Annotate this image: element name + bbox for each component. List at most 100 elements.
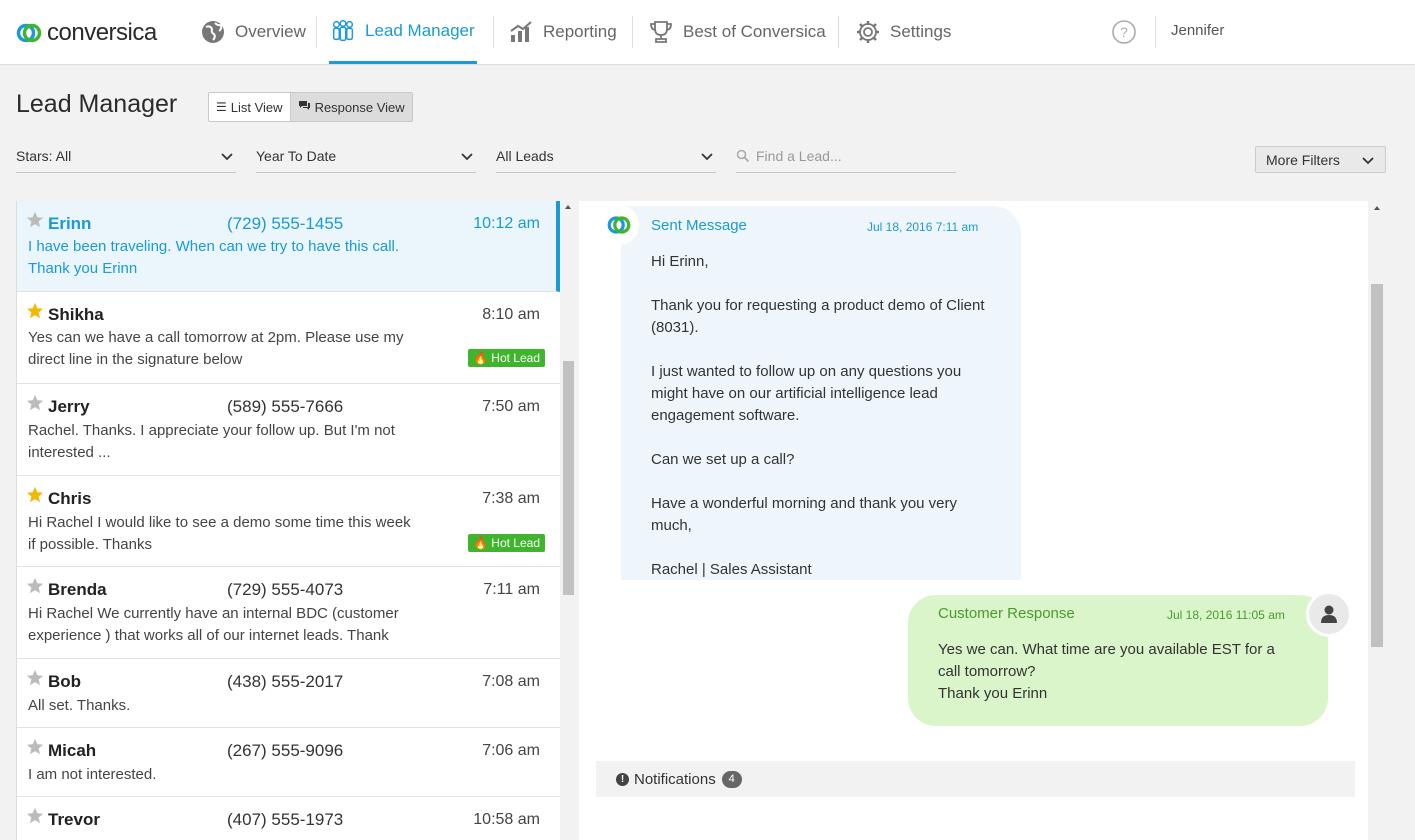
leads-filter[interactable]: All Leads — [496, 140, 716, 173]
star-icon[interactable] — [26, 394, 44, 412]
conversica-logo[interactable]: conversica — [15, 18, 157, 48]
more-filters-button[interactable]: More Filters — [1255, 146, 1386, 173]
list-icon: ☰ — [216, 100, 227, 114]
lead-item[interactable]: Chris 7:38 am Hi Rachel I would like to … — [17, 476, 560, 567]
response-view-button[interactable]: Response View — [289, 93, 412, 121]
customer-response-date: Jul 18, 2016 11:05 am — [1167, 608, 1285, 622]
lead-time: 7:50 am — [482, 398, 540, 415]
scroll-up-icon[interactable] — [1374, 206, 1380, 210]
nav-overview-label: Overview — [235, 22, 306, 41]
find-lead-input[interactable] — [756, 148, 946, 164]
message-paragraph: Can we set up a call? — [651, 451, 795, 468]
star-icon[interactable] — [26, 577, 44, 595]
nav-reporting-label: Reporting — [543, 22, 617, 41]
nav-divider — [632, 16, 633, 48]
lead-list-scrollbar[interactable] — [560, 201, 577, 840]
hot-lead-label: Hot Lead — [491, 351, 540, 365]
lead-name: Micah — [48, 741, 97, 760]
lead-time: 10:12 am — [473, 215, 540, 232]
lead-item[interactable]: Trevor (407) 555-1973 10:58 am — [17, 797, 560, 840]
message-paragraph: Have a wonderful morning and thank you v… — [651, 495, 958, 534]
lead-phone: (438) 555-2017 — [227, 672, 344, 691]
lead-phone: (729) 555-1455 — [227, 214, 344, 233]
flame-icon: 🔥 — [473, 351, 489, 365]
chevron-down-icon — [461, 153, 473, 161]
conversation-panel: Sent Message Jul 18, 2016 7:11 am Hi Eri… — [579, 201, 1368, 840]
search-icon — [736, 149, 750, 163]
lead-item[interactable]: Brenda (729) 555-4073 7:11 am Hi Rachel … — [17, 567, 560, 659]
nav-best-of-conversica-label: Best of Conversica — [683, 22, 826, 41]
lead-item[interactable]: Shikha 8:10 am Yes can we have a call to… — [17, 292, 560, 384]
conversica-logo-icon — [607, 216, 631, 234]
lead-phone: (407) 555-1973 — [227, 810, 344, 829]
nav-settings-label: Settings — [890, 22, 952, 41]
user-menu[interactable]: Jennifer — [1171, 22, 1224, 39]
customer-response-label: Customer Response — [938, 605, 1075, 622]
lead-name: Brenda — [48, 580, 107, 599]
conversica-logo-icon — [16, 23, 42, 43]
lead-phone: (589) 555-7666 — [227, 397, 344, 416]
message-line: Thank you Erinn — [938, 685, 1048, 702]
hot-lead-label: Hot Lead — [491, 536, 540, 550]
star-icon[interactable] — [26, 302, 44, 320]
lead-time: 7:11 am — [483, 581, 540, 598]
gear-icon — [854, 18, 882, 46]
more-filters-label: More Filters — [1266, 151, 1340, 168]
leads-filter-value: All Leads — [496, 148, 554, 164]
lead-time: 7:06 am — [482, 742, 540, 759]
trophy-icon — [647, 18, 675, 46]
list-view-button[interactable]: ☰ List View — [209, 93, 290, 121]
view-toggle: ☰ List View Response View — [208, 92, 413, 122]
lead-time: 10:58 am — [473, 811, 540, 828]
lead-name: Erinn — [48, 214, 92, 233]
nav-overview[interactable]: Overview — [199, 0, 306, 64]
customer-avatar — [1306, 591, 1352, 637]
star-icon[interactable] — [26, 738, 44, 756]
chevron-down-icon — [1362, 157, 1374, 165]
lead-name: Shikha — [48, 305, 104, 324]
stars-filter[interactable]: Stars: All — [16, 140, 236, 173]
lead-name: Jerry — [48, 397, 90, 416]
scrollbar-thumb[interactable] — [1371, 284, 1383, 647]
star-icon[interactable] — [26, 807, 44, 825]
star-icon[interactable] — [26, 486, 44, 504]
chevron-down-icon — [701, 153, 713, 161]
chart-icon — [507, 18, 535, 46]
list-view-label: List View — [230, 99, 283, 115]
nav-lead-manager-label: Lead Manager — [365, 20, 475, 40]
response-view-label: Response View — [314, 99, 405, 115]
lead-item[interactable]: Bob (438) 555-2017 7:08 am All set. Than… — [17, 659, 560, 728]
nav-divider — [838, 16, 839, 48]
message-paragraph: Rachel | Sales Assistant — [651, 561, 812, 578]
scroll-up-icon[interactable] — [565, 205, 571, 209]
lead-preview: Hi Rachel I would like to see a demo som… — [28, 514, 411, 553]
scrollbar-thumb[interactable] — [563, 361, 574, 595]
lead-name: Bob — [48, 672, 82, 691]
page-title: Lead Manager — [16, 90, 178, 118]
nav-lead-manager[interactable]: Lead Manager — [329, 0, 477, 64]
customer-response-body: Yes we can. What time are you available … — [938, 639, 1293, 705]
conversica-avatar — [599, 205, 639, 245]
help-icon[interactable]: ? — [1111, 19, 1137, 45]
nav-reporting[interactable]: Reporting — [507, 0, 617, 64]
lead-time: 7:38 am — [482, 490, 540, 507]
period-filter[interactable]: Year To Date — [256, 140, 476, 173]
message-line: Yes we can. What time are you available … — [938, 641, 1275, 680]
chat-bubbles-icon — [298, 100, 311, 114]
lead-phone: (729) 555-4073 — [227, 580, 344, 599]
lead-item[interactable]: Micah (267) 555-9096 7:06 am I am not in… — [17, 728, 560, 797]
star-icon[interactable] — [26, 211, 44, 229]
nav-divider — [316, 16, 317, 48]
user-icon — [1321, 605, 1337, 623]
nav-settings[interactable]: Settings — [854, 0, 951, 64]
lead-item[interactable]: Jerry (589) 555-7666 7:50 am Rachel. Tha… — [17, 384, 560, 476]
find-lead-field — [736, 140, 956, 173]
brand-name: conversica — [47, 19, 157, 46]
sent-message-date: Jul 18, 2016 7:11 am — [867, 220, 979, 234]
star-icon[interactable] — [26, 669, 44, 687]
nav-best-of-conversica[interactable]: Best of Conversica — [647, 0, 826, 64]
lead-item[interactable]: Erinn (729) 555-1455 10:12 am I have bee… — [17, 201, 560, 292]
notifications-label: Notifications — [634, 770, 716, 788]
conversation-scrollbar[interactable] — [1368, 201, 1386, 840]
notifications-bar[interactable]: ! Notifications 4 — [596, 761, 1355, 797]
